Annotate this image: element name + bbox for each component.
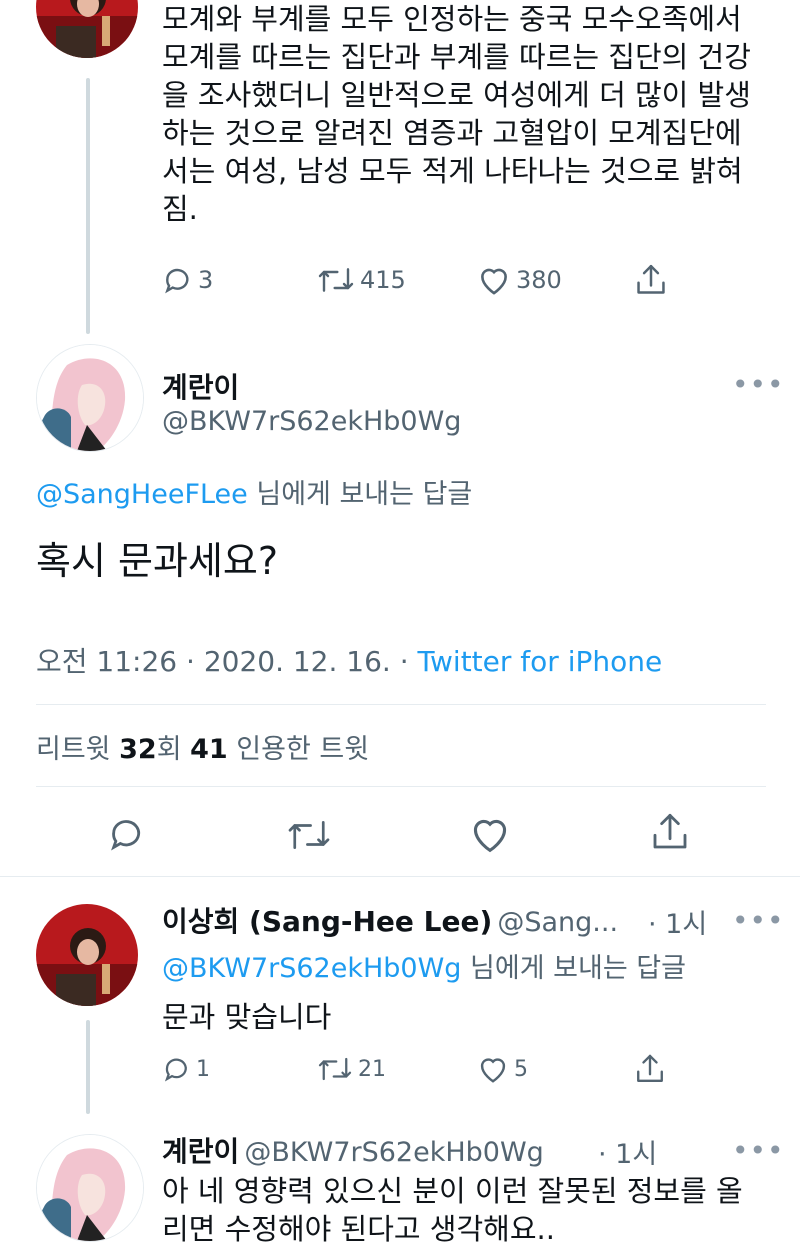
focus-reply-button[interactable]: [106, 814, 148, 854]
author-name[interactable]: 이상희 (Sang-Hee Lee): [162, 905, 492, 938]
retweet-icon: [318, 268, 354, 292]
author-handle[interactable]: @BKW7rS62ekHb0Wg: [244, 1137, 543, 1168]
like-button[interactable]: 5: [476, 1054, 528, 1084]
avatar-image: [37, 1135, 143, 1241]
reply-time[interactable]: · 1시: [598, 1132, 657, 1171]
retweet-count: 415: [360, 266, 406, 294]
reply-count: 1: [196, 1056, 210, 1082]
reply-to-label: 님에게 보내는 답글: [247, 479, 473, 510]
reply-icon: [111, 820, 141, 851]
retweet-icon: [318, 1057, 352, 1081]
reply-button[interactable]: 3: [162, 264, 213, 296]
tweet-text-line: 짐.: [162, 192, 198, 226]
reply-icon: [165, 268, 189, 294]
reply-context: @BKW7rS62ekHb0Wg 님에게 보내는 답글: [162, 946, 686, 985]
share-icon: [637, 1054, 663, 1082]
avatar-gyeranee[interactable]: [36, 344, 144, 452]
author-handle[interactable]: @BKW7rS62ekHb0Wg: [162, 406, 461, 437]
quotes-number: 41: [190, 734, 228, 765]
share-icon: [653, 813, 687, 849]
focus-retweet-button[interactable]: [284, 816, 334, 854]
reply-to-handle-link[interactable]: @BKW7rS62ekHb0Wg: [162, 953, 461, 984]
avatar-image: [36, 0, 138, 58]
thread-connector: [86, 78, 90, 334]
avatar-gyeranee[interactable]: [36, 1134, 144, 1242]
share-icon: [637, 264, 665, 294]
reply-time[interactable]: · 1시: [648, 902, 707, 941]
reply-to-handle-link[interactable]: @SangHeeFLee: [36, 479, 248, 510]
focus-like-button[interactable]: [468, 814, 512, 854]
divider: [36, 704, 766, 705]
author-handle[interactable]: @Sang...: [497, 907, 618, 938]
reply-text: 아 네 영향력 있으신 분이 이런 잘못된 정보를 올 리면 수정해야 된다고 …: [162, 1172, 772, 1248]
focus-share-button[interactable]: [650, 810, 690, 854]
more-options-icon[interactable]: •••: [732, 1134, 785, 1167]
tweet-stats: 리트윗 32회 41 인용한 트윗: [36, 727, 369, 766]
retweets-number: 32: [119, 734, 157, 765]
share-button[interactable]: [634, 1052, 666, 1086]
tweet-text-line: 서는 여성, 남성 모두 적게 나타나는 것으로 밝혀: [162, 154, 743, 188]
more-options-icon[interactable]: •••: [732, 904, 785, 937]
reply-text-line: 리면 수정해야 된다고 생각해요..: [162, 1212, 555, 1246]
tweet-text-line: 을 조사했더니 일반적으로 여성에게 더 많이 발생: [162, 78, 751, 112]
avatar-image: [36, 904, 138, 1006]
divider: [36, 786, 766, 787]
quotes-stat[interactable]: 41 인용한 트윗: [190, 734, 369, 765]
author-name[interactable]: 계란이: [162, 366, 239, 406]
tweet-text-line: 하는 것으로 알려진 염증과 고혈압이 모계집단에: [162, 116, 742, 150]
retweets-stat[interactable]: 리트윗 32회: [36, 734, 190, 765]
reply-text-line: 아 네 영향력 있으신 분이 이런 잘못된 정보를 올: [162, 1174, 743, 1208]
more-options-icon[interactable]: •••: [732, 368, 785, 401]
reply-count: 3: [198, 266, 214, 294]
retweet-button[interactable]: 21: [316, 1054, 386, 1084]
like-count: 5: [514, 1056, 528, 1082]
like-button[interactable]: 380: [476, 264, 562, 296]
focus-tweet-text: 혹시 문과세요?: [36, 539, 279, 583]
tweet-text: 모계와 부계를 모두 인정하는 중국 모수오족에서 모계를 따르는 집단과 부계…: [162, 0, 772, 228]
reply-header: 이상희 (Sang-Hee Lee) @Sang...: [162, 900, 618, 940]
reply-text: 문과 맞습니다: [162, 1000, 332, 1034]
reply-icon: [164, 1058, 187, 1082]
reply-header: 계란이 @BKW7rS62ekHb0Wg: [162, 1130, 544, 1170]
reply-button[interactable]: 1: [162, 1054, 210, 1084]
heart-icon: [473, 819, 507, 853]
retweets-label: 리트윗: [36, 734, 120, 765]
author-name[interactable]: 계란이: [162, 1135, 239, 1168]
retweet-count: 21: [358, 1056, 386, 1082]
thread-connector: [86, 1020, 90, 1114]
tweet-timestamp: 오전 11:26 · 2020. 12. 16. · Twitter for i…: [36, 640, 662, 680]
retweet-button[interactable]: 415: [316, 264, 406, 296]
like-count: 380: [516, 266, 562, 294]
heart-icon: [480, 1058, 506, 1083]
avatar-sang-hee-lee[interactable]: [36, 904, 138, 1006]
retweets-suffix: 회: [156, 734, 191, 765]
quotes-label: 인용한 트윗: [227, 734, 370, 765]
tweet-text-line: 모계를 따르는 집단과 부계를 따르는 집단의 건강: [162, 40, 751, 74]
avatar-image: [37, 345, 143, 451]
timestamp-text[interactable]: 오전 11:26 · 2020. 12. 16. ·: [36, 645, 418, 678]
heart-icon: [481, 268, 507, 295]
tweet-text-line: 모계와 부계를 모두 인정하는 중국 모수오족에서: [162, 2, 742, 36]
avatar-sang-hee-lee[interactable]: [36, 0, 138, 58]
source-link[interactable]: Twitter for iPhone: [418, 645, 663, 678]
reply-to-label: 님에게 보내는 답글: [461, 953, 686, 984]
share-button[interactable]: [634, 262, 668, 298]
reply-context: @SangHeeFLee 님에게 보내는 답글: [36, 472, 472, 511]
divider: [0, 876, 800, 877]
retweet-icon: [288, 820, 330, 850]
